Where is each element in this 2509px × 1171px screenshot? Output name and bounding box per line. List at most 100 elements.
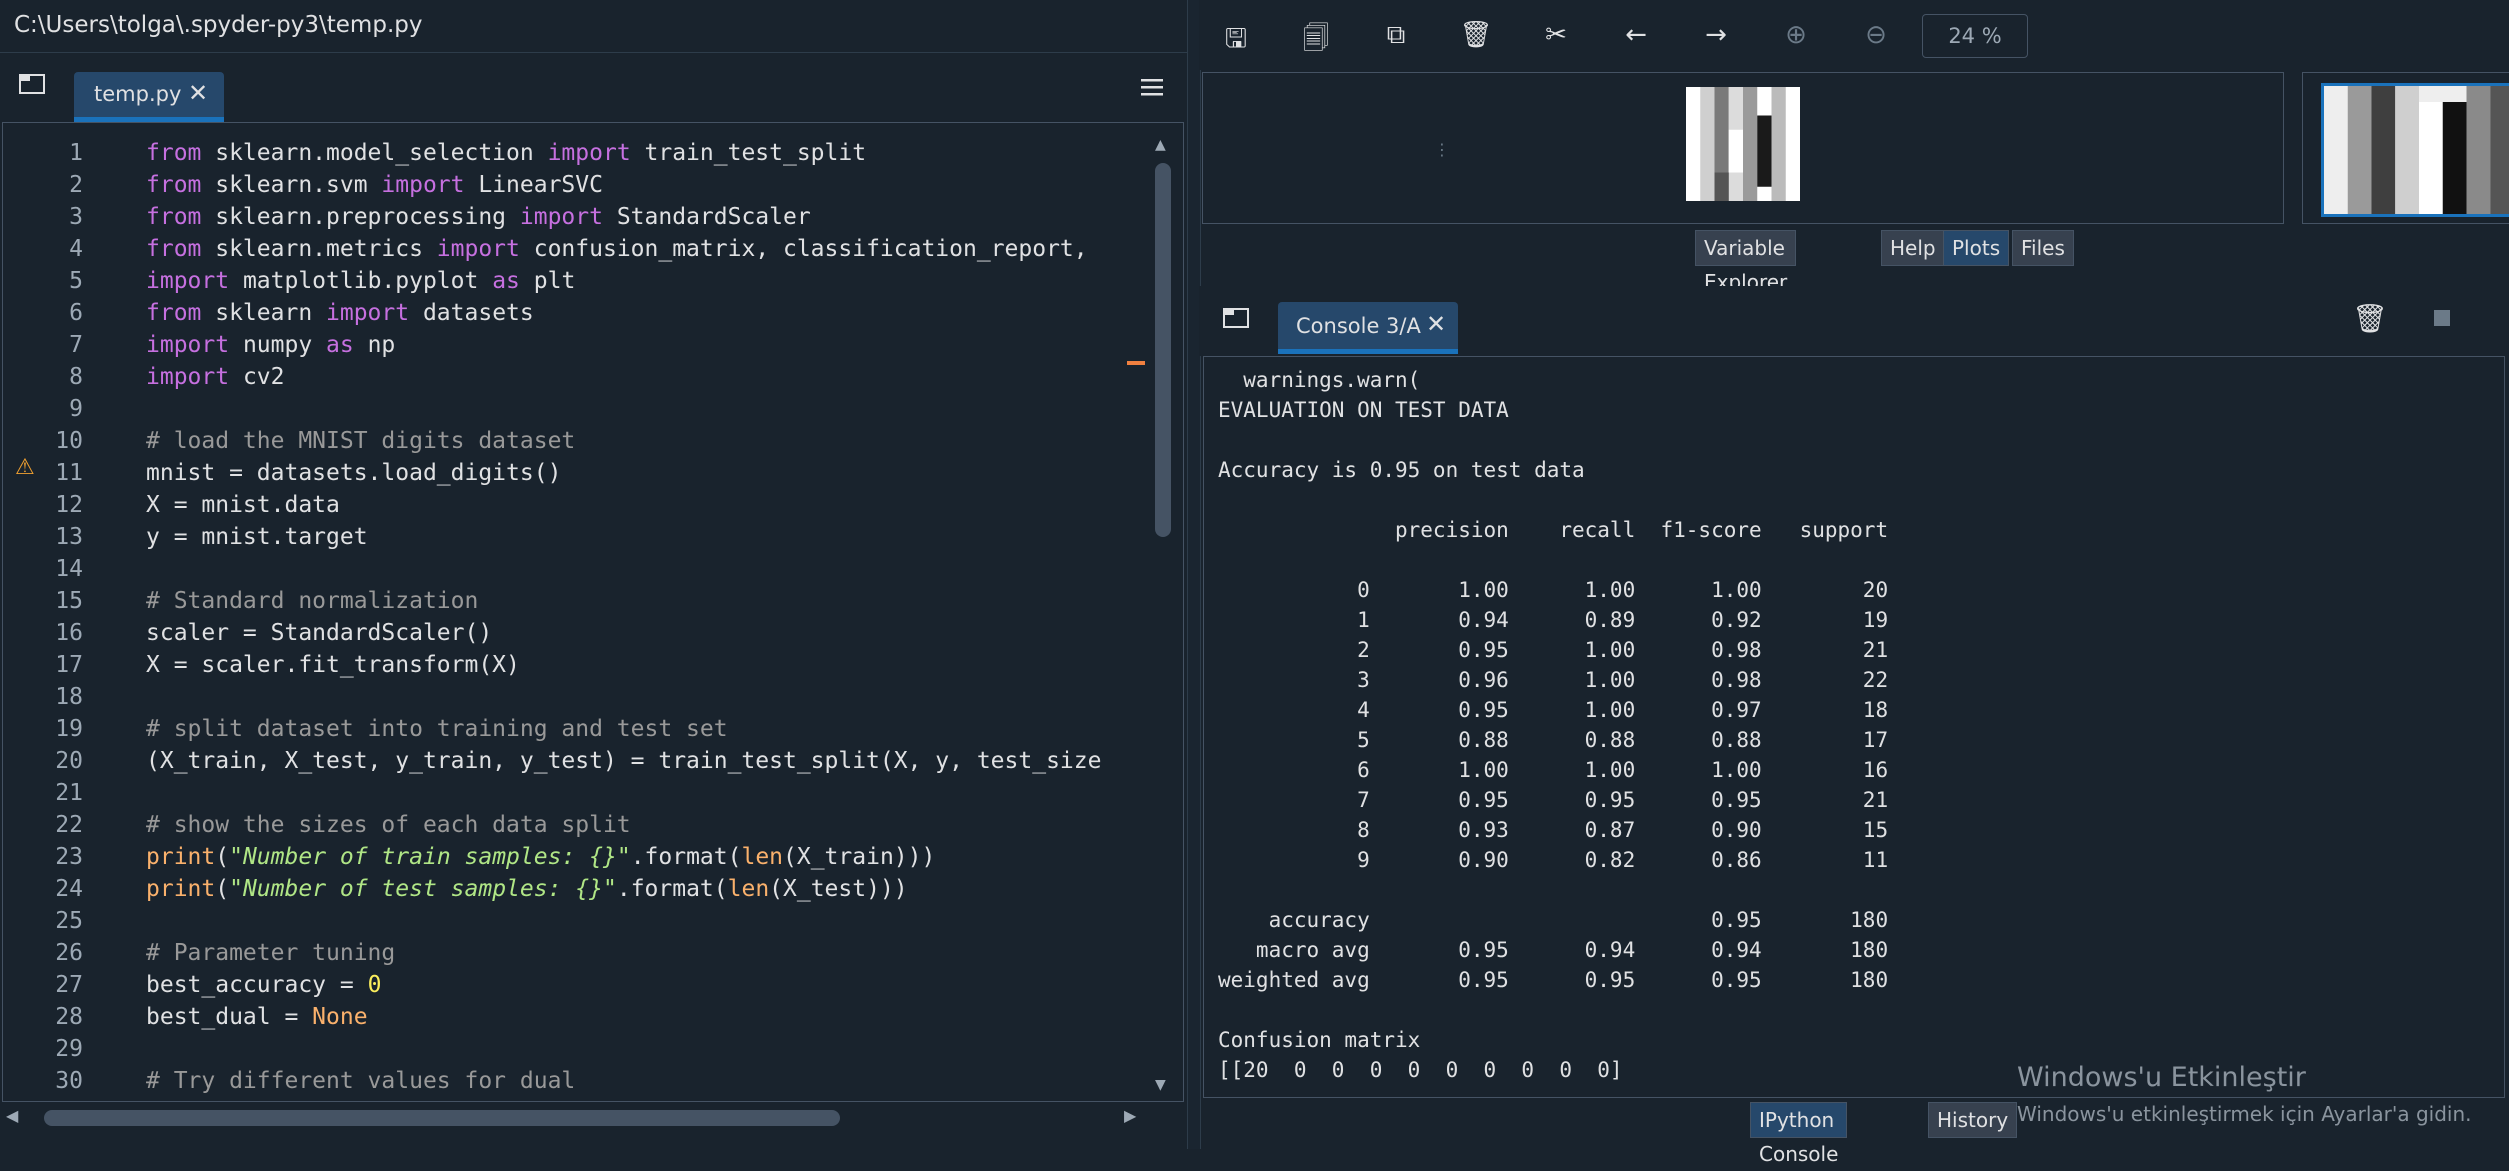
code-line: from sklearn.preprocessing import Standa… — [146, 204, 811, 230]
scroll-down-icon[interactable]: ▼ — [1155, 1077, 1166, 1093]
windows-activation-subtitle: Windows'u etkinleştirmek için Ayarlar'a … — [2017, 1102, 2472, 1126]
code-line: # Try different values for dual — [146, 1068, 576, 1094]
file-path: C:\Users\tolga\.spyder-py3\temp.py — [14, 12, 423, 38]
code-line: mnist = datasets.load_digits() — [146, 460, 562, 486]
plot-thumbnails[interactable] — [2302, 72, 2509, 224]
horizontal-scrollbar[interactable] — [36, 1106, 1112, 1130]
code-line: from sklearn.metrics import confusion_ma… — [146, 236, 1088, 262]
browse-tabs-icon[interactable] — [18, 72, 46, 96]
line-number: 18 — [55, 684, 83, 710]
delete-icon[interactable]: 🗑 — [1456, 20, 1496, 50]
code-line: best_accuracy = 0 — [146, 972, 382, 998]
line-number: 21 — [55, 780, 83, 806]
previous-icon[interactable]: ← — [1616, 20, 1656, 50]
line-number: 15 — [55, 588, 83, 614]
editor-tab-label: temp.py — [94, 82, 182, 106]
code-line: # load the MNIST digits dataset — [146, 428, 576, 454]
line-number: 26 — [55, 940, 83, 966]
line-number-gutter: 1 2 3 4 5 6 7 8 9 10 11 12 13 14 15 16 17 18 19 20 21 22 23 24 2… — [3, 123, 138, 1101]
plot-thumbnail[interactable] — [2321, 83, 2509, 217]
code-line: print("Number of test samples: {}".forma… — [146, 876, 908, 902]
line-number: 24 — [55, 876, 83, 902]
code-line: # split dataset into training and test s… — [146, 716, 728, 742]
line-number: 12 — [55, 492, 83, 518]
zoom-out-icon[interactable]: ⊖ — [1856, 20, 1896, 50]
zoom-level[interactable]: 24 % — [1922, 14, 2028, 58]
warning-icon[interactable]: ⚠ — [15, 455, 35, 480]
scroll-up-icon[interactable]: ▲ — [1155, 137, 1166, 153]
scrollbar-thumb[interactable] — [44, 1110, 840, 1126]
plot-viewer[interactable] — [1202, 72, 2284, 224]
tab-history[interactable]: History — [1928, 1102, 2018, 1138]
code-line: import cv2 — [146, 364, 285, 390]
tab-variable-explorer[interactable]: Variable Explorer — [1695, 230, 1797, 294]
scrollbar-thumb[interactable] — [1155, 163, 1171, 537]
line-number: 30 — [55, 1068, 83, 1094]
code-line: import numpy as np — [146, 332, 396, 358]
ipython-console[interactable]: warnings.warn( EVALUATION ON TEST DATA A… — [1203, 356, 2505, 1098]
code-line: best_dual = None — [146, 1004, 368, 1030]
windows-activation-title: Windows'u Etkinleştir — [2017, 1062, 2306, 1093]
close-tab-icon[interactable]: ✕ — [188, 79, 208, 107]
code-line: # Parameter tuning — [146, 940, 396, 966]
line-number: 6 — [69, 300, 83, 326]
line-number: 7 — [69, 332, 83, 358]
editor-tab-temp-py[interactable]: temp.py ✕ — [74, 72, 224, 122]
line-number: 9 — [69, 396, 83, 422]
line-number: 19 — [55, 716, 83, 742]
line-number: 10 — [55, 428, 83, 454]
copy-icon[interactable]: ⧉ — [1376, 20, 1416, 51]
save-all-icon[interactable]: 🗐 — [1296, 20, 1336, 64]
line-number: 14 — [55, 556, 83, 582]
code-line: # show the sizes of each data split — [146, 812, 631, 838]
warning-marker — [1127, 361, 1145, 365]
line-number: 28 — [55, 1004, 83, 1030]
grip-handle[interactable]: ⋮ — [1434, 140, 1450, 159]
code-line: (X_train, X_test, y_train, y_test) = tra… — [146, 748, 1102, 774]
line-number: 5 — [69, 268, 83, 294]
code-text[interactable]: from sklearn.model_selection import trai… — [146, 137, 1126, 1097]
code-line: from sklearn.model_selection import trai… — [146, 140, 867, 166]
tab-ipython-console[interactable]: IPython Console — [1750, 1102, 1848, 1166]
active-tab-indicator — [1278, 349, 1458, 354]
console-tab[interactable]: Console 3/A ✕ — [1278, 302, 1458, 354]
save-icon[interactable]: 🖫 — [1216, 20, 1256, 64]
code-line: from sklearn.svm import LinearSVC — [146, 172, 603, 198]
line-number: 3 — [69, 204, 83, 230]
line-number: 22 — [55, 812, 83, 838]
next-icon[interactable]: → — [1696, 20, 1736, 50]
tab-plots[interactable]: Plots — [1943, 230, 2010, 266]
close-tab-icon[interactable]: ✕ — [1426, 310, 1446, 338]
code-line: from sklearn import datasets — [146, 300, 534, 326]
pane-splitter[interactable] — [1187, 0, 1201, 1149]
code-line: y = mnist.target — [146, 524, 368, 550]
line-number: 27 — [55, 972, 83, 998]
hamburger-menu-icon[interactable] — [1140, 76, 1164, 98]
line-number: 4 — [69, 236, 83, 262]
code-line: print("Number of train samples: {}".form… — [146, 844, 936, 870]
stop-icon[interactable] — [2434, 310, 2450, 326]
delete-all-icon[interactable]: ✂ — [1536, 20, 1576, 50]
code-line: # Standard normalization — [146, 588, 479, 614]
digit-plot-image — [1686, 87, 1800, 201]
code-line: X = mnist.data — [146, 492, 340, 518]
tab-help[interactable]: Help — [1881, 230, 1945, 266]
code-editor[interactable]: 1 2 3 4 5 6 7 8 9 10 11 12 13 14 15 16 17 18 19 20 21 22 23 24 2… — [2, 122, 1184, 1102]
line-number: 29 — [55, 1036, 83, 1062]
line-number: 2 — [69, 172, 83, 198]
line-number: 8 — [69, 364, 83, 390]
vertical-scrollbar[interactable]: ▲ ▼ — [1151, 137, 1175, 1097]
clear-console-icon[interactable]: 🗑 — [2352, 302, 2388, 335]
code-line: scaler = StandardScaler() — [146, 620, 493, 646]
zoom-in-icon[interactable]: ⊕ — [1776, 20, 1816, 50]
line-number: 25 — [55, 908, 83, 934]
line-number: 13 — [55, 524, 83, 550]
browse-tabs-icon[interactable] — [1222, 306, 1250, 330]
line-number: 20 — [55, 748, 83, 774]
line-number: 16 — [55, 620, 83, 646]
code-line: import matplotlib.pyplot as plt — [146, 268, 576, 294]
console-tab-label: Console 3/A — [1296, 314, 1421, 338]
scroll-right-icon[interactable]: ▶ — [1124, 1106, 1136, 1125]
tab-files[interactable]: Files — [2012, 230, 2074, 266]
scroll-left-icon[interactable]: ◀ — [6, 1106, 18, 1125]
